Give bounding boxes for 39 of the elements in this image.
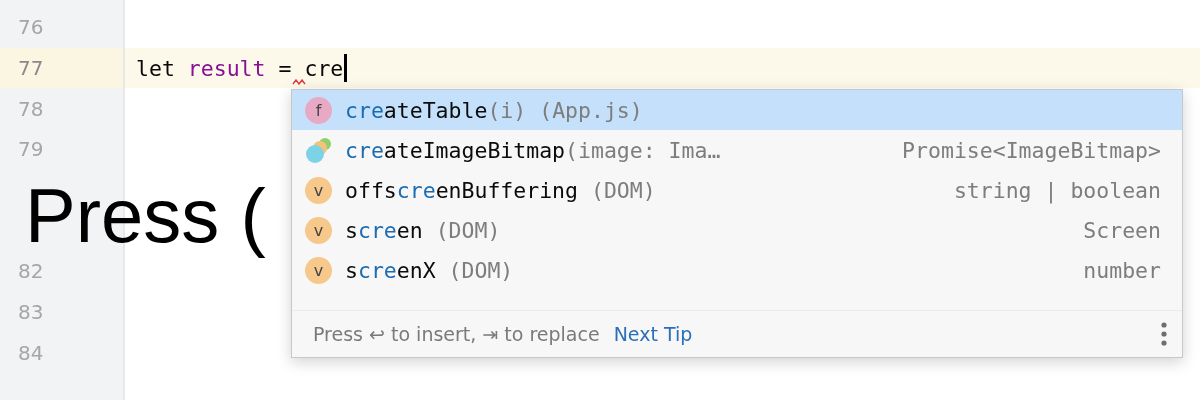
line-number: 82 bbox=[18, 259, 44, 284]
completion-item[interactable]: v offscreenBuffering (DOM) string | boolean bbox=[292, 170, 1182, 210]
completion-item[interactable]: v screen (DOM) Screen bbox=[292, 210, 1182, 250]
more-options-icon bbox=[1160, 322, 1168, 346]
line-number: 78 bbox=[18, 96, 44, 121]
next-tip-link[interactable]: Next Tip bbox=[613, 323, 693, 345]
completion-item[interactable]: createImageBitmap(image: Ima… Promise<ImageBitmap> bbox=[292, 130, 1182, 170]
completion-detail: (image: Ima… bbox=[565, 137, 721, 163]
line-number: 79 bbox=[18, 137, 44, 162]
type-label: Screen bbox=[1083, 217, 1161, 243]
completion-item[interactable]: f createTable(i) (App.js) bbox=[292, 90, 1182, 130]
code-token: result bbox=[187, 55, 266, 81]
code-token: let bbox=[136, 55, 175, 81]
type-label: string | boolean bbox=[953, 177, 1161, 203]
function-icon: f bbox=[305, 96, 332, 124]
line-number: 76 bbox=[18, 15, 44, 40]
completion-detail: (DOM) bbox=[447, 257, 514, 283]
completion-name: screen bbox=[345, 217, 423, 243]
code-token: = bbox=[278, 55, 292, 81]
hint-text: Press ↩ to insert, ⇥ to replace bbox=[313, 323, 600, 345]
code-token: cre bbox=[304, 55, 344, 81]
completion-detail: (i) (App.js) bbox=[487, 97, 643, 123]
line-number: 77 bbox=[18, 56, 44, 81]
completion-detail: (DOM) bbox=[434, 217, 501, 243]
completion-name: createTable bbox=[345, 97, 488, 123]
text-cursor bbox=[344, 54, 348, 83]
completion-detail: (DOM) bbox=[589, 177, 656, 203]
line-number: 83 bbox=[18, 300, 44, 325]
variable-icon: v bbox=[305, 216, 332, 244]
stacked-circles-icon bbox=[305, 136, 333, 164]
type-label: Promise<ImageBitmap> bbox=[902, 137, 1161, 163]
line-number: 84 bbox=[18, 340, 44, 365]
variable-icon: v bbox=[305, 256, 332, 284]
completion-name: offscreenBuffering bbox=[345, 177, 578, 203]
completion-name: screenX bbox=[345, 257, 436, 283]
completion-name: createImageBitmap bbox=[345, 137, 566, 163]
type-label: number bbox=[1083, 257, 1161, 283]
completion-item[interactable]: v screenX (DOM) number bbox=[292, 250, 1182, 290]
variable-icon: v bbox=[305, 176, 332, 204]
